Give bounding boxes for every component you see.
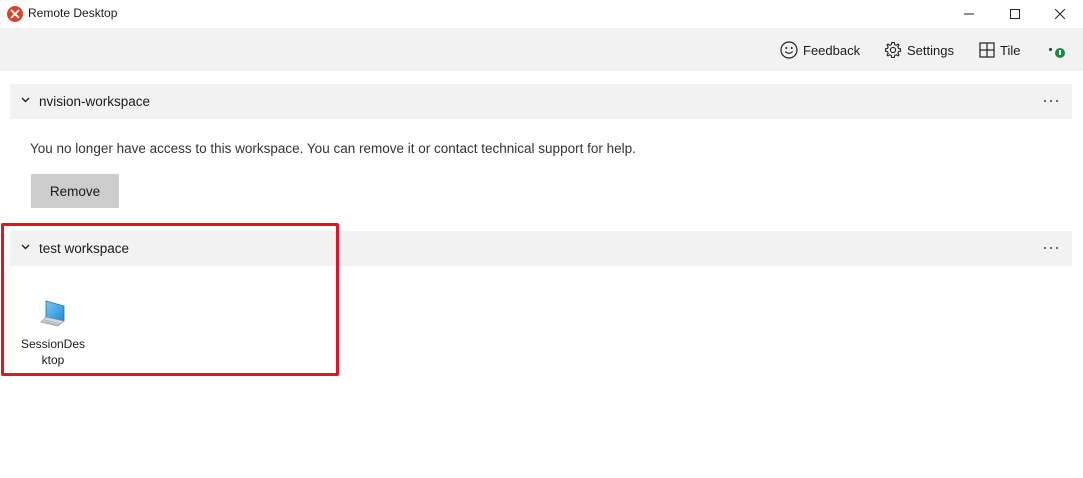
title-bar: Remote Desktop <box>0 0 1083 28</box>
workspace-title: test workspace <box>39 241 130 256</box>
close-button[interactable] <box>1037 0 1083 28</box>
settings-label: Settings <box>907 42 954 58</box>
minimize-icon <box>964 13 974 15</box>
settings-button[interactable]: Settings <box>884 40 954 60</box>
smiley-icon <box>780 41 798 59</box>
remote-desktop-app-icon <box>7 6 23 22</box>
desktop-computer-icon <box>40 300 65 327</box>
feedback-label: Feedback <box>803 42 861 58</box>
window-title: Remote Desktop <box>28 6 118 20</box>
account-button[interactable] <box>1046 42 1070 62</box>
more-options-icon[interactable] <box>1044 100 1058 104</box>
maximize-button[interactable] <box>992 0 1038 28</box>
gear-icon <box>884 41 902 59</box>
more-options-icon[interactable] <box>1044 247 1058 251</box>
resource-label: SessionDesktop <box>20 337 86 367</box>
tile-view-button[interactable]: Tile <box>979 40 1020 60</box>
account-icon <box>1049 48 1052 51</box>
resource-tile-sessiondesktop[interactable]: SessionDesktop <box>18 293 88 371</box>
chevron-down-icon <box>21 244 30 250</box>
minimize-button[interactable] <box>946 0 992 28</box>
chevron-down-icon <box>21 97 30 103</box>
tile-grid-icon <box>979 42 995 58</box>
feedback-button[interactable]: Feedback <box>780 40 860 60</box>
update-badge-icon <box>1055 48 1065 58</box>
workspace-title: nvision-workspace <box>39 94 151 109</box>
workspace-header-nvision[interactable]: nvision-workspace <box>10 84 1072 119</box>
access-notice: You no longer have access to this worksp… <box>30 141 636 156</box>
maximize-icon <box>1010 9 1020 19</box>
command-bar: Feedback Settings Tile <box>0 28 1083 71</box>
workspace-header-test[interactable]: test workspace <box>10 231 1072 266</box>
tile-label: Tile <box>1000 42 1021 58</box>
remove-workspace-button[interactable]: Remove <box>31 174 119 208</box>
close-icon <box>1055 9 1065 19</box>
